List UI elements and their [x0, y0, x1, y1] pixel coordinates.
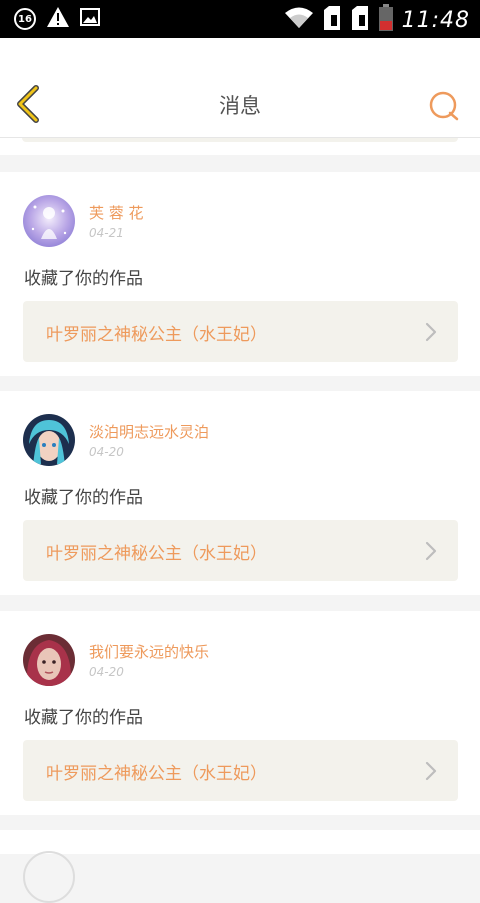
work-title: 叶罗丽之神秘公主（水王妃）: [46, 544, 267, 564]
avatar[interactable]: [23, 851, 75, 903]
message-text: 收藏了你的作品: [24, 708, 143, 728]
work-box-partial: [22, 138, 458, 142]
sim2-icon: [350, 5, 370, 35]
message-date: 04-20: [89, 445, 124, 459]
message-date: 04-20: [89, 665, 124, 679]
list-item: 芙 蓉 花 04-21 收藏了你的作品 叶罗丽之神秘公主（水王妃）: [0, 172, 480, 376]
app-header: 消息: [0, 38, 480, 138]
battery-icon: [378, 4, 394, 36]
avatar[interactable]: [23, 634, 75, 686]
status-bar-left: 16: [14, 6, 100, 32]
message-text: 收藏了你的作品: [24, 269, 143, 289]
username[interactable]: 我们要永远的快乐: [89, 641, 209, 662]
chevron-right-icon: [425, 322, 437, 342]
search-icon: [429, 91, 459, 121]
work-title: 叶罗丽之神秘公主（水王妃）: [46, 764, 267, 784]
list-item: 淡泊明志远水灵泊 04-20 收藏了你的作品 叶罗丽之神秘公主（水王妃）: [0, 391, 480, 595]
wifi-icon: [284, 6, 314, 34]
page-title: 消息: [219, 94, 261, 118]
chevron-right-icon: [425, 761, 437, 781]
notification-count-badge: 16: [14, 8, 36, 30]
message-date: 04-21: [89, 226, 124, 240]
username[interactable]: 淡泊明志远水灵泊: [89, 421, 209, 442]
clock: 11:48: [401, 7, 470, 33]
chevron-right-icon: [425, 541, 437, 561]
status-bar: 16 11:48: [0, 0, 480, 38]
message-text: 收藏了你的作品: [24, 488, 143, 508]
image-icon: [80, 8, 100, 30]
work-link[interactable]: 叶罗丽之神秘公主（水王妃）: [23, 301, 458, 362]
work-link[interactable]: 叶罗丽之神秘公主（水王妃）: [23, 740, 458, 801]
search-button[interactable]: [428, 90, 460, 122]
list-item-partial: [0, 830, 480, 903]
work-title: 叶罗丽之神秘公主（水王妃）: [46, 325, 267, 345]
username[interactable]: 芙 蓉 花: [89, 202, 144, 223]
list-item-partial: [0, 138, 480, 155]
sim1-icon: [322, 5, 342, 35]
avatar[interactable]: [23, 195, 75, 247]
work-link[interactable]: 叶罗丽之神秘公主（水王妃）: [23, 520, 458, 581]
status-bar-right: 11:48: [284, 4, 470, 36]
list-item: 我们要永远的快乐 04-20 收藏了你的作品 叶罗丽之神秘公主（水王妃）: [0, 611, 480, 815]
avatar[interactable]: [23, 414, 75, 466]
warning-icon: [46, 6, 70, 32]
